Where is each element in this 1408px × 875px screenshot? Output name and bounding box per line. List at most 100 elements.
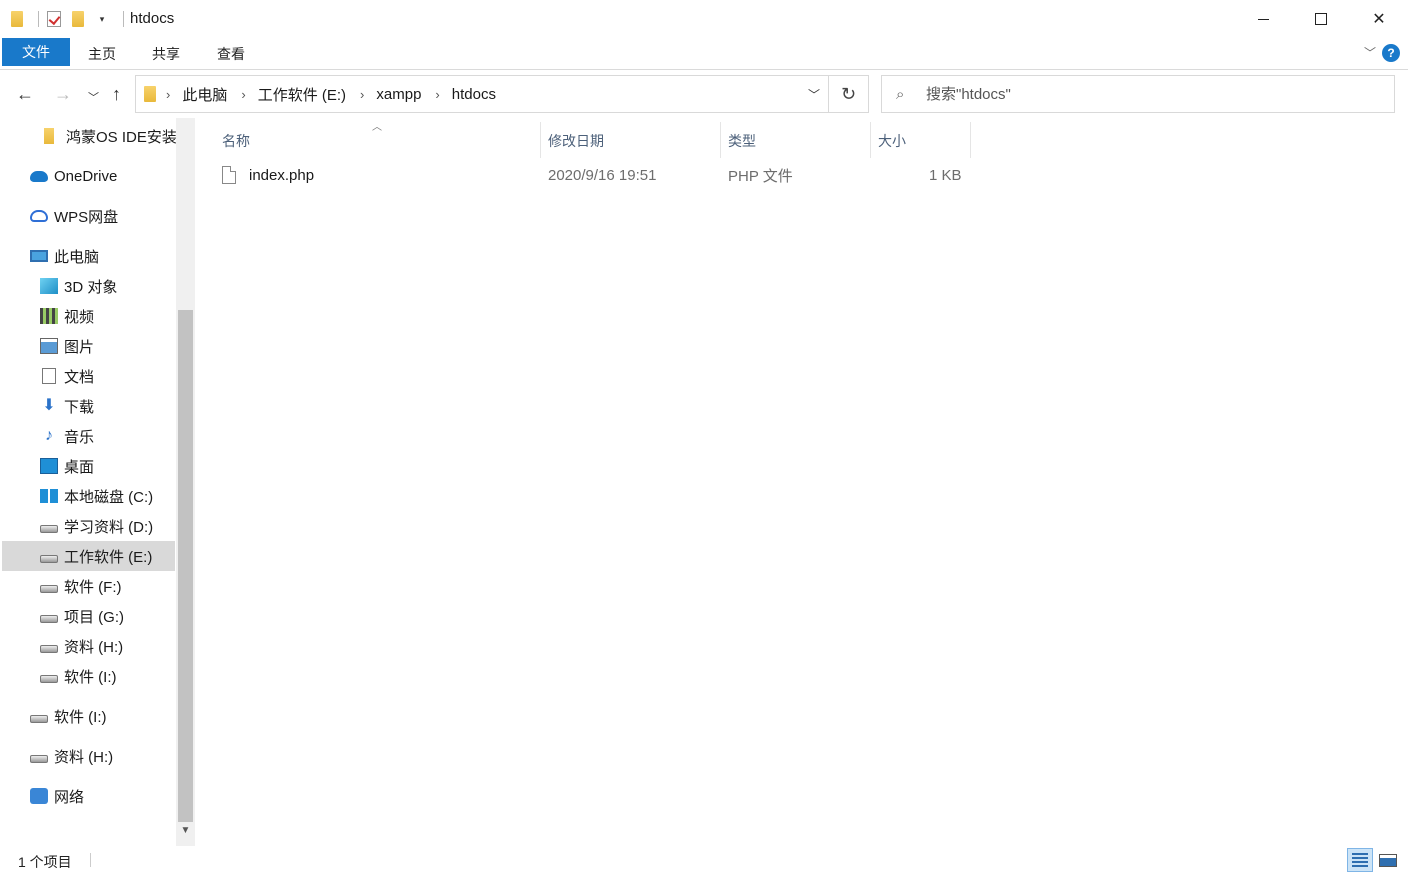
documents-icon [42,368,56,384]
file-list: ︿ 名称 修改日期 类型 大小 index.php 2020/9/16 19:5… [196,118,1408,846]
sidebar-item-documents[interactable]: 文档 [40,361,94,391]
drive-icon [30,715,48,723]
quick-access-toolbar: ▾ [8,8,130,30]
table-row[interactable]: index.php 2020/9/16 19:51 PHP 文件 1 KB [222,160,972,190]
column-header-size[interactable]: 大小 [870,126,970,156]
sidebar-item-pictures[interactable]: 图片 [40,331,94,361]
column-header-type[interactable]: 类型 [720,126,870,156]
chevron-right-icon[interactable]: › [166,87,170,102]
minimize-button[interactable] [1234,0,1292,38]
sidebar-item-downloads[interactable]: ⬇ 下载 [40,391,94,421]
search-box[interactable]: ⌕ [881,75,1395,113]
sidebar-item-label: 视频 [64,308,95,326]
sidebar-item-drive-i-root[interactable]: 软件 (I:) [30,701,107,731]
refresh-icon: ↻ [840,83,857,104]
computer-icon [30,250,48,262]
up-arrow-icon[interactable]: ↑ [112,84,121,105]
chevron-right-icon[interactable]: › [241,87,245,102]
breadcrumb-xampp[interactable]: xampp [376,86,421,103]
sidebar-item-drive-f[interactable]: 软件 (F:) [40,571,122,601]
sidebar-item-label: 软件 (I:) [64,668,117,686]
sidebar-item-drive-h-root[interactable]: 资料 (H:) [30,741,113,771]
details-view-icon [1352,853,1368,867]
maximize-button[interactable] [1292,0,1350,38]
folder-icon [8,10,26,28]
recent-locations-icon[interactable]: ﹀ [88,89,99,105]
sidebar-item-label: 资料 (H:) [64,638,124,656]
sidebar-item-desktop[interactable]: 桌面 [40,451,94,481]
close-button[interactable]: ✕ [1350,0,1408,38]
maximize-icon [1315,13,1327,25]
chevron-right-icon[interactable]: › [360,87,364,102]
expand-ribbon-icon[interactable]: ﹀ [1364,44,1376,61]
sidebar-item-label: 下载 [64,398,95,416]
refresh-button[interactable]: ↻ [829,75,869,113]
drive-icon [40,555,58,563]
sidebar-item-drive-h[interactable]: 资料 (H:) [40,631,123,661]
sidebar-item-drive-g[interactable]: 项目 (G:) [40,601,124,631]
help-icon[interactable]: ? [1382,44,1400,62]
tab-share[interactable]: 共享 [152,44,180,64]
back-arrow-icon[interactable]: ← [16,84,34,105]
sidebar-item-label: 资料 (H:) [54,748,114,766]
breadcrumb-htdocs[interactable]: htdocs [452,86,496,103]
sidebar-item-network[interactable]: 网络 [30,781,84,811]
sidebar-scrollbar[interactable]: ▼ [176,118,195,846]
breadcrumb-drive-e[interactable]: 工作软件 (E:) [258,84,346,105]
search-icon: ⌕ [896,85,905,103]
divider [90,853,91,867]
customize-toolbar-icon[interactable]: ▾ [93,10,111,28]
sidebar-item-drive-e[interactable]: 工作软件 (E:) [2,541,175,571]
details-view-button[interactable] [1347,848,1373,872]
navigation-pane: 鸿蒙OS IDE安装 OneDrive WPS网盘 此电脑 3D 对象 视频 图… [0,118,196,846]
drive-icon [40,675,58,683]
sidebar-item-drive-i[interactable]: 软件 (I:) [40,661,117,691]
large-icons-view-button[interactable] [1375,848,1401,872]
scroll-up-icon[interactable] [176,118,195,136]
sidebar-item-onedrive[interactable]: OneDrive [30,161,117,191]
large-icons-view-icon [1379,853,1397,867]
sidebar-item-label: 图片 [64,338,95,356]
address-bar[interactable]: › 此电脑 › 工作软件 (E:) › xampp › htdocs ﹀ [135,75,829,113]
scrollbar-thumb[interactable] [178,310,193,822]
sidebar-item-label: 3D 对象 [64,278,118,296]
column-header-name[interactable]: 名称 [214,126,540,156]
sidebar-item-wps-drive[interactable]: WPS网盘 [30,201,118,231]
column-divider[interactable] [970,122,971,158]
downloads-icon: ⬇ [42,397,56,414]
scroll-down-icon[interactable]: ▼ [176,822,195,840]
music-icon: ♪ [45,427,53,444]
sidebar-item-this-pc[interactable]: 此电脑 [30,241,99,271]
php-file-icon [222,166,236,184]
video-icon [40,308,58,324]
file-modified: 2020/9/16 19:51 [548,166,657,184]
sidebar-item-3d-objects[interactable]: 3D 对象 [40,271,117,301]
column-header-modified[interactable]: 修改日期 [540,126,720,156]
drive-icon [40,585,58,593]
sidebar-item-videos[interactable]: 视频 [40,301,94,331]
sidebar-item-label: 音乐 [64,428,95,446]
pictures-icon [40,338,58,354]
tab-view[interactable]: 查看 [217,44,245,64]
window-controls: ✕ [1234,0,1408,38]
folder-icon [144,86,156,102]
sidebar-item-label: 桌面 [64,458,95,476]
forward-arrow-icon[interactable]: → [54,84,72,105]
properties-icon[interactable] [45,10,63,28]
sidebar-item-drive-d[interactable]: 学习资料 (D:) [40,511,153,541]
ribbon: 文件 主页 共享 查看 ﹀ ? [0,38,1408,70]
sidebar-item-music[interactable]: ♪ 音乐 [40,421,94,451]
navigation-bar: ← → ﹀ ↑ › 此电脑 › 工作软件 (E:) › xampp › htdo… [0,70,1408,118]
sidebar-item-drive-c[interactable]: 本地磁盘 (C:) [40,481,153,511]
search-input[interactable] [926,85,1366,103]
chevron-right-icon[interactable]: › [435,87,439,102]
chevron-down-icon[interactable]: ﹀ [808,86,820,103]
drive-icon [40,645,58,653]
tab-file[interactable]: 文件 [2,38,70,66]
sidebar-item-label: 本地磁盘 (C:) [64,488,154,506]
sidebar-item-harmonyos-ide[interactable]: 鸿蒙OS IDE安装 [40,121,177,151]
breadcrumb-this-pc[interactable]: 此电脑 [182,84,227,105]
3d-objects-icon [40,278,58,294]
tab-home[interactable]: 主页 [88,44,116,64]
new-folder-icon[interactable] [69,10,87,28]
